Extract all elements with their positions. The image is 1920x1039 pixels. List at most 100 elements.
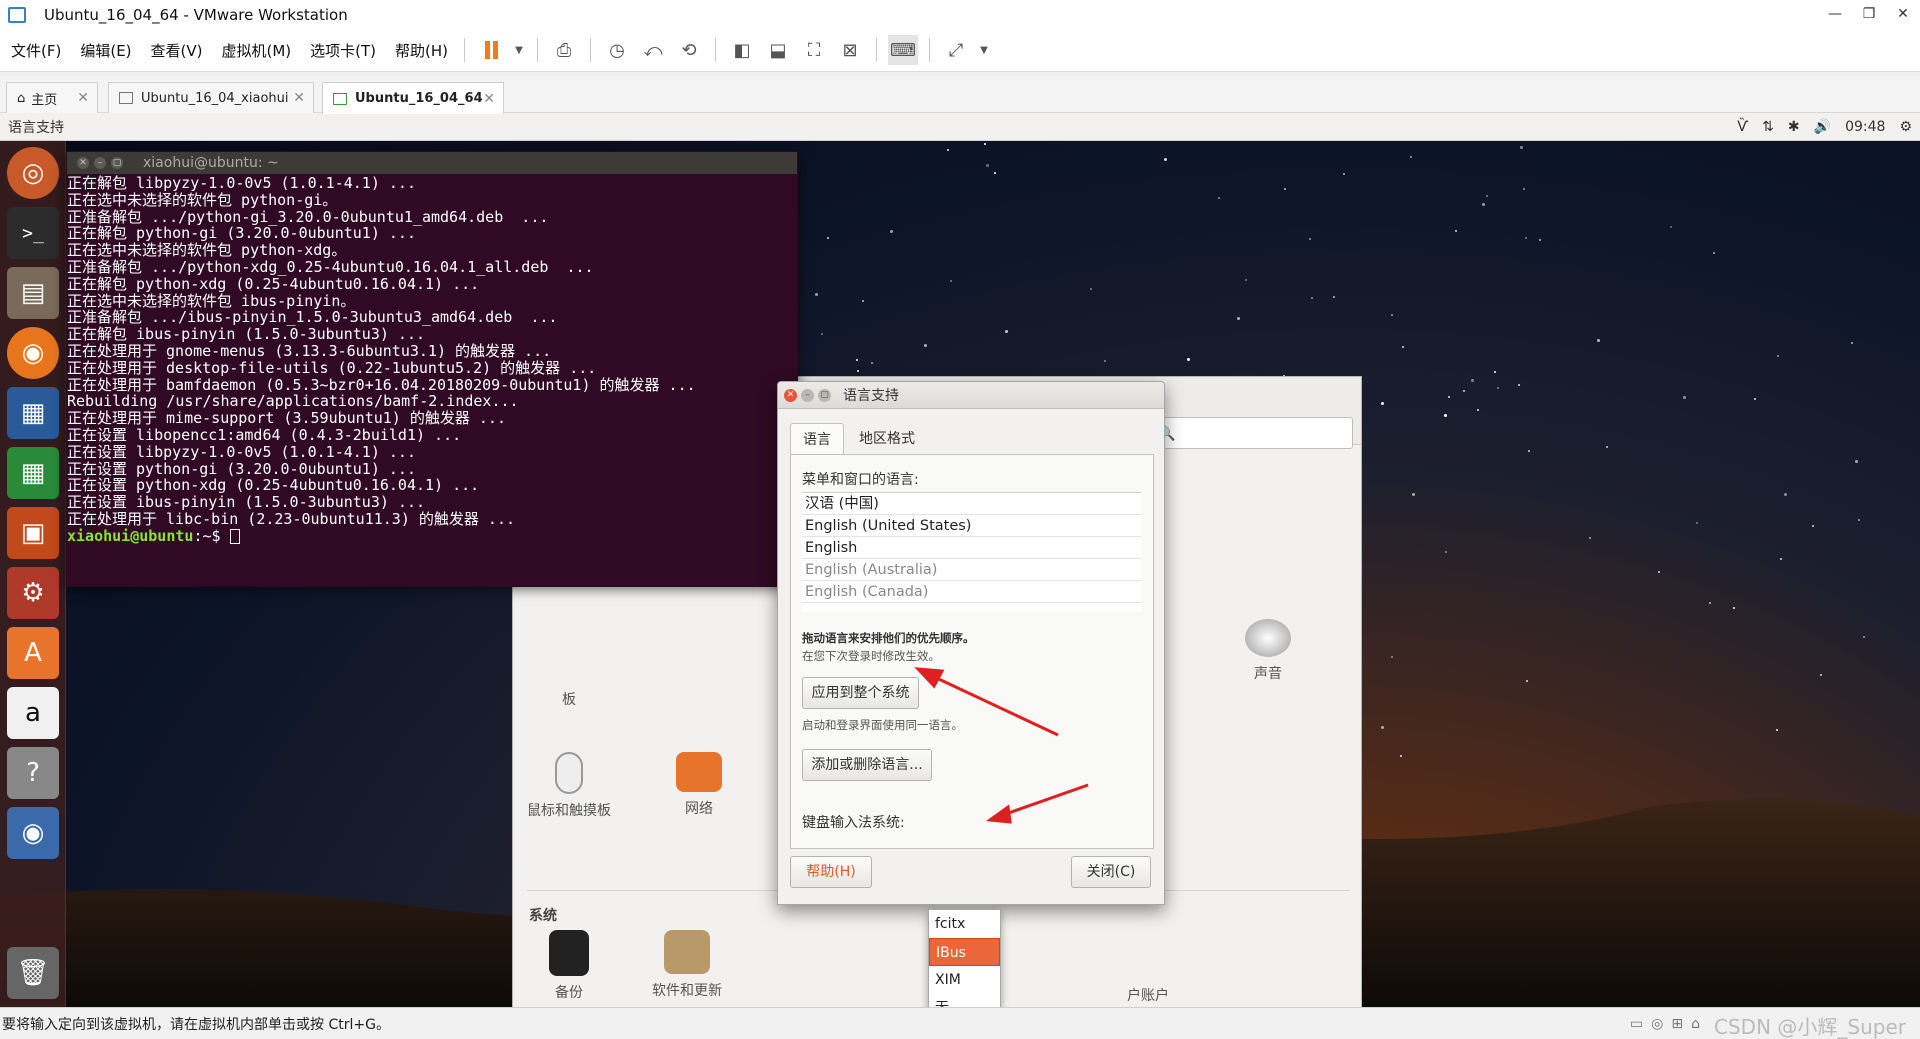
terminal-icon[interactable]: >_ [7,207,59,259]
network-icon[interactable]: ⇅ [1762,119,1774,135]
toolbar-divider [537,38,539,62]
calc-icon[interactable]: ▦ [7,447,59,499]
tab-vm-64[interactable]: Ubuntu_16_04_64 ✕ [322,82,504,114]
star [814,293,818,297]
close-icon[interactable]: ✕ [77,90,89,106]
minimize-button[interactable]: — [1818,0,1852,29]
tab-vm-xiaohui[interactable]: Ubuntu_16_04_xiaohui ✕ [108,82,314,113]
console-view-icon[interactable]: ⌨ [888,35,919,65]
help-icon[interactable]: ? [7,747,59,799]
chevron-down-icon[interactable]: ▼ [977,35,991,65]
sidebar-view-icon[interactable]: ◧ [727,35,757,65]
sound-icon [1245,619,1291,657]
terminal-line: 正在解包 ibus-pinyin (1.5.0-3ubuntu3) ... [67,325,426,344]
network-adapter-icon[interactable]: ⊞ [1671,1016,1683,1032]
ubuntu-topbar: 语言支持 Ѷ ⇅ ✱ 🔊 09:48 ⚙ [0,114,1920,141]
menu-vm[interactable]: 虚拟机(M) [214,40,300,61]
trash-icon[interactable]: 🗑 [7,947,59,999]
thumbnail-view-icon[interactable]: ⬓ [763,35,793,65]
clock[interactable]: 09:48 [1845,119,1885,135]
star [1850,342,1853,345]
menu-help[interactable]: 帮助(H) [387,40,456,61]
dash-icon[interactable]: ◎ [7,147,59,199]
star [1777,354,1780,357]
snapshot-manager-icon[interactable]: ⟲ [674,35,704,65]
close-icon[interactable]: ✕ [483,91,495,107]
ime-dropdown-menu[interactable]: fcitx IBus XIM 无 [928,909,1001,1007]
menu-view[interactable]: 查看(V) [143,40,211,61]
star [1309,238,1311,241]
menu-file[interactable]: 文件(F) [3,40,69,61]
ime-option-none[interactable]: 无 [929,994,1000,1007]
list-item[interactable]: English (Canada) [802,581,1141,603]
star [1855,459,1859,463]
close-icon[interactable]: ✕ [784,388,797,402]
impress-icon[interactable]: ▣ [7,507,59,559]
tab-home[interactable]: ⌂ 主页 ✕ [6,82,98,113]
star [1733,606,1736,609]
files-icon[interactable]: ▤ [7,267,59,319]
menu-edit[interactable]: 编辑(E) [72,40,139,61]
apply-system-wide-button[interactable]: 应用到整个系统 [802,677,919,709]
settings-item-software-updates[interactable]: 软件和更新 [632,930,742,1000]
list-item[interactable]: English [802,537,1141,559]
menu-tabs[interactable]: 选项卡(T) [302,40,384,61]
volume-icon[interactable]: 🔊 [1814,119,1831,135]
minimize-icon[interactable]: – [801,388,814,402]
add-remove-languages-button[interactable]: 添加或删除语言... [802,749,932,781]
terminal-prompt[interactable]: xiaohui@ubuntu:~$ [67,527,797,545]
close-button[interactable]: 关闭(C) [1071,856,1151,888]
settings-item-backup[interactable]: 备份 [514,930,624,1002]
ime-option-xim[interactable]: XIM [929,966,1000,994]
pause-icon[interactable] [476,35,506,65]
maximize-icon[interactable]: ▢ [818,388,831,402]
terminal-window[interactable]: ✕ – ▢ xiaohui@ubuntu: ~ 正在解包 libpyzy-1.0… [66,151,798,587]
restore-button[interactable]: ❐ [1852,0,1886,29]
bluetooth-icon[interactable]: ✱ [1788,119,1800,135]
vmware-logo-icon [8,6,26,23]
settings-item-sound[interactable]: 声音 [1213,619,1323,683]
terminal-title: xiaohui@ubuntu: ~ [143,155,279,171]
send-keys-icon[interactable]: ⎙ [549,35,579,65]
revert-snapshot-icon[interactable]: ⤺ [638,35,668,65]
language-list[interactable]: 汉语 (中国) English (United States) English … [802,492,1141,612]
writer-icon[interactable]: ▦ [7,387,59,439]
search-input[interactable]: 🔍 [1145,417,1353,449]
close-icon[interactable]: ✕ [77,157,89,169]
ime-option-fcitx[interactable]: fcitx [929,910,1000,938]
settings-item-partial[interactable]: 板 [514,689,624,709]
help-button[interactable]: 帮助(H) [790,856,872,888]
settings-item-mouse[interactable]: 鼠标和触摸板 [514,752,624,820]
settings-item-user-accounts[interactable]: 户账户 [1108,985,1188,1005]
list-item[interactable]: 汉语 (中国) [802,493,1141,515]
minimize-icon[interactable]: – [94,157,106,169]
input-method-icon[interactable]: Ѷ [1737,119,1748,135]
ime-option-ibus[interactable]: IBus [929,938,1000,966]
vm-display[interactable]: 语言支持 Ѷ ⇅ ✱ 🔊 09:48 ⚙ ◎ >_ ▤ ◉ ▦ ▦ ▣ ⚙ A … [0,114,1920,1007]
star [1539,238,1542,241]
software-center-icon[interactable]: A [7,627,59,679]
gear-icon[interactable]: ⚙ [1899,119,1912,135]
settings-item-network[interactable]: 网络 [644,752,754,818]
system-settings-icon[interactable]: ⚙ [7,567,59,619]
star [1218,197,1221,200]
usb-icon[interactable]: ⌂ [1691,1016,1700,1032]
list-item[interactable]: English (United States) [802,515,1141,537]
unity-icon[interactable]: ⊠ [835,35,865,65]
chevron-down-icon[interactable]: ▼ [512,35,526,65]
amazon-icon[interactable]: a [7,687,59,739]
close-button[interactable]: ✕ [1886,0,1920,29]
cdrom-icon[interactable]: ◎ [1651,1016,1663,1032]
tab-language[interactable]: 语言 [790,423,844,455]
language-support-icon[interactable]: ◉ [7,807,59,859]
fullscreen-icon[interactable]: ⛶ [799,35,829,65]
close-icon[interactable]: ✕ [293,90,305,106]
maximize-icon[interactable]: ▢ [111,157,123,169]
firefox-icon[interactable]: ◉ [7,327,59,379]
star [949,279,952,282]
stretch-icon[interactable]: ⤢ [941,35,971,65]
list-item[interactable]: English (Australia) [802,559,1141,581]
tab-regional-formats[interactable]: 地区格式 [847,423,927,455]
snapshot-icon[interactable]: ◷ [602,35,632,65]
hdd-icon[interactable]: ▭ [1630,1016,1643,1032]
